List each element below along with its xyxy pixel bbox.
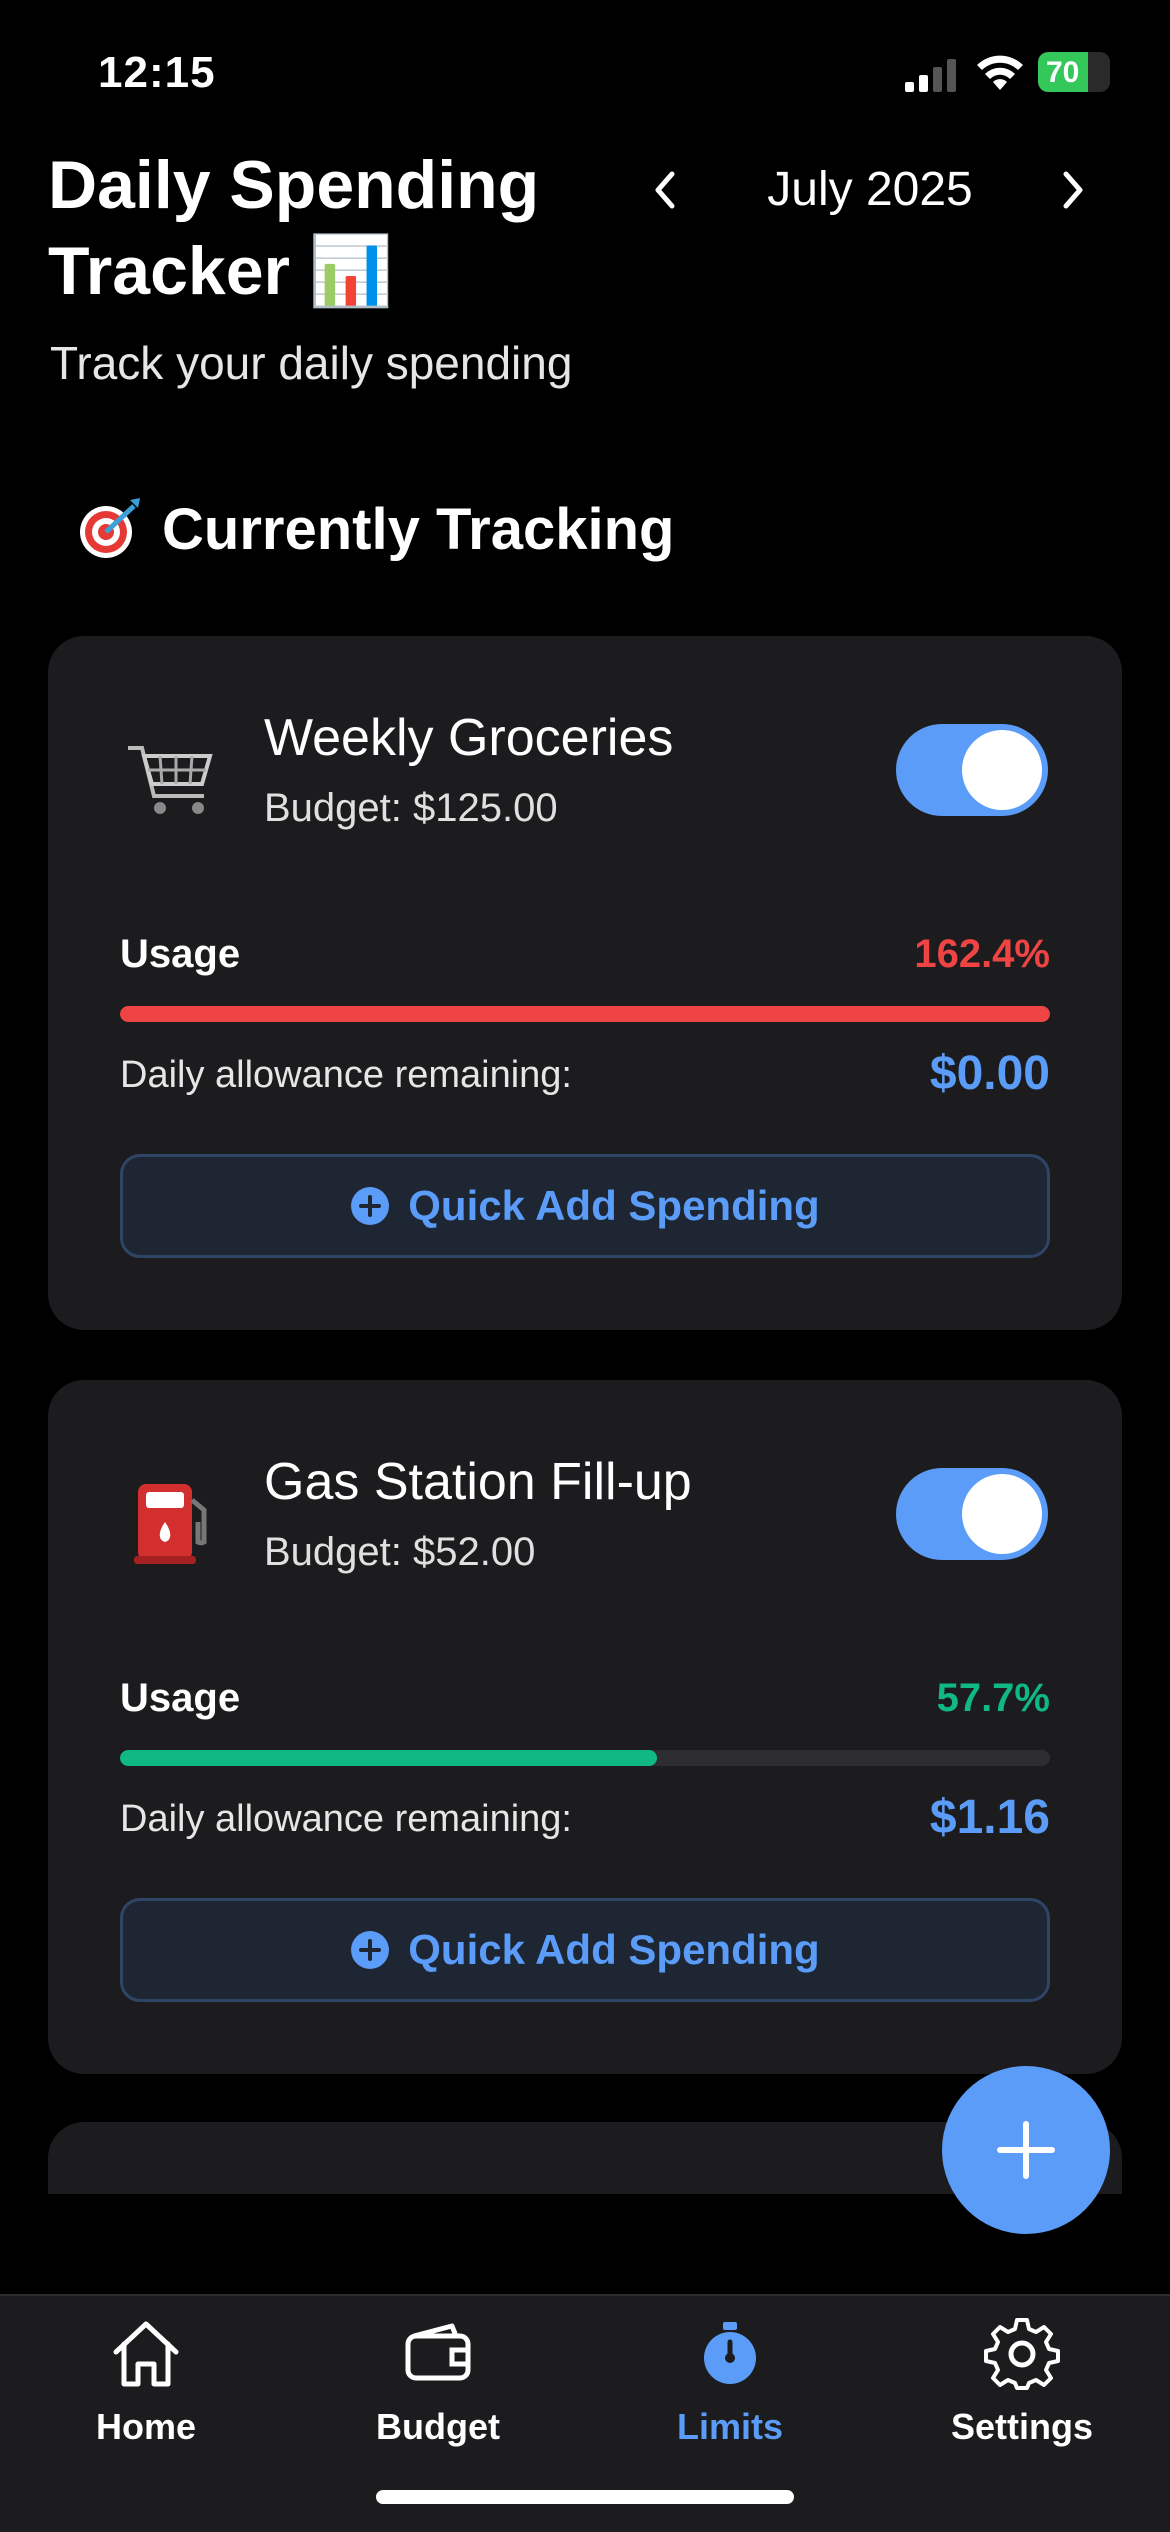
- usage-percentage: 162.4%: [914, 932, 1050, 976]
- home-icon: [113, 2321, 179, 2387]
- card-budget: Budget: $125.00: [264, 786, 558, 830]
- home-indicator: [376, 2490, 794, 2504]
- shopping-cart-icon: [128, 746, 213, 814]
- quick-add-spending-button[interactable]: Quick Add Spending: [120, 1154, 1050, 1258]
- battery-percentage: 70: [1046, 56, 1080, 89]
- fuel-pump-icon: [134, 1484, 207, 1564]
- current-month: July 2025: [767, 163, 973, 216]
- tab-settings[interactable]: Settings: [912, 2316, 1132, 2466]
- tab-limits[interactable]: Limits: [620, 2316, 840, 2466]
- tab-home[interactable]: Home: [36, 2316, 256, 2466]
- usage-progress-fill: [120, 1750, 657, 1766]
- status-time: 12:15: [98, 48, 216, 97]
- tab-label: Settings: [950, 2406, 1093, 2447]
- allowance-label: Daily allowance remaining:: [120, 1054, 572, 1096]
- section-title-text: Currently Tracking: [162, 496, 675, 562]
- target-icon: [80, 498, 140, 558]
- toggle-knob: [962, 730, 1042, 810]
- usage-progress-bar: [120, 1006, 1050, 1022]
- timer-icon: [704, 2322, 756, 2384]
- card-budget: Budget: $52.00: [264, 1530, 536, 1574]
- battery-icon: 70: [1038, 52, 1110, 92]
- usage-progress-fill: [120, 1006, 1050, 1022]
- tab-label: Home: [95, 2406, 197, 2447]
- usage-label: Usage: [120, 932, 241, 976]
- plus-circle-icon: [351, 1931, 390, 1969]
- usage-label: Usage: [120, 1676, 241, 1720]
- allowance-value: $0.00: [929, 1047, 1050, 1100]
- tracking-toggle[interactable]: [896, 724, 1048, 816]
- chevron-left-icon[interactable]: [636, 160, 696, 220]
- status-bar: 12:15 70: [0, 0, 1170, 140]
- plus-circle-icon: [351, 1187, 390, 1225]
- quick-add-label: Quick Add Spending: [408, 1182, 820, 1229]
- toggle-knob: [962, 1474, 1042, 1554]
- month-navigator: July 2025: [620, 150, 1120, 230]
- gear-icon: [984, 2318, 1060, 2390]
- allowance-label: Daily allowance remaining:: [120, 1798, 572, 1840]
- tracking-toggle[interactable]: [896, 1468, 1048, 1560]
- page-title: Daily Spending Tracker 📊: [48, 147, 540, 309]
- tracking-card-groceries: Weekly Groceries Budget: $125.00 Usage 1…: [48, 636, 1122, 1330]
- add-tracker-button[interactable]: [942, 2066, 1110, 2234]
- wallet-icon: [405, 2323, 471, 2381]
- chevron-right-icon[interactable]: [1042, 160, 1102, 220]
- tab-budget[interactable]: Budget: [328, 2316, 548, 2466]
- quick-add-label: Quick Add Spending: [408, 1926, 820, 1973]
- section-title: Currently Tracking: [74, 494, 674, 564]
- usage-progress-bar: [120, 1750, 1050, 1766]
- card-title: Gas Station Fill-up: [264, 1453, 692, 1511]
- plus-icon: [997, 2121, 1055, 2179]
- quick-add-spending-button[interactable]: Quick Add Spending: [120, 1898, 1050, 2002]
- wifi-icon: [977, 55, 1023, 90]
- page-subtitle: Track your daily spending: [50, 337, 573, 389]
- card-title: Weekly Groceries: [264, 709, 674, 767]
- tab-label: Limits: [676, 2406, 783, 2447]
- allowance-value: $1.16: [929, 1791, 1050, 1844]
- cellular-signal-icon: [905, 59, 956, 92]
- usage-percentage: 57.7%: [936, 1676, 1050, 1720]
- tracking-card-gas: Gas Station Fill-up Budget: $52.00 Usage…: [48, 1380, 1122, 2074]
- tab-label: Budget: [376, 2406, 500, 2447]
